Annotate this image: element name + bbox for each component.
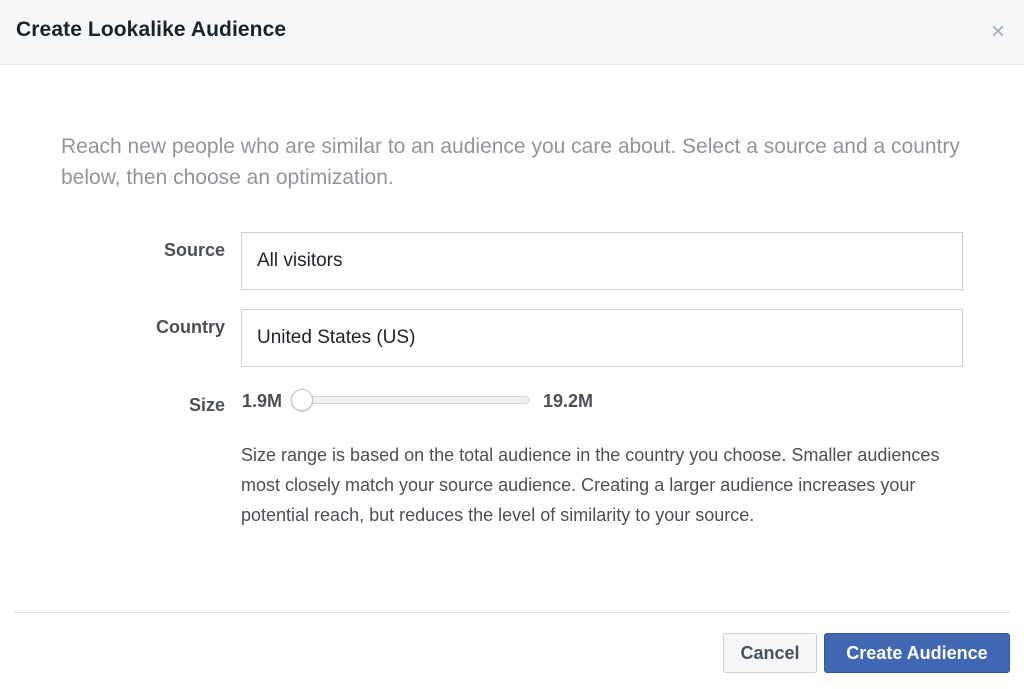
intro-text: Reach new people who are similar to an a… [61, 135, 960, 189]
create-lookalike-dialog: Create Lookalike Audience × Reach new pe… [0, 0, 1024, 689]
source-field[interactable]: All visitors [241, 232, 963, 290]
close-icon[interactable]: × [986, 20, 1010, 44]
country-label: Country [156, 317, 225, 337]
size-description: Size range is based on the total audienc… [241, 445, 940, 525]
cancel-button[interactable]: Cancel [723, 633, 817, 673]
source-label: Source [163, 240, 225, 260]
dialog-title: Create Lookalike Audience [16, 18, 287, 41]
source-value: All visitors [257, 250, 343, 271]
size-slider-handle[interactable] [291, 389, 313, 411]
size-slider-track[interactable] [296, 396, 530, 404]
dialog-header: Create Lookalike Audience × [0, 0, 1024, 65]
country-value: United States (US) [257, 327, 416, 348]
size-min-label: 1.9M [242, 391, 283, 411]
country-field[interactable]: United States (US) [241, 309, 963, 367]
create-audience-button[interactable]: Create Audience [824, 633, 1010, 673]
footer-divider [14, 612, 1010, 613]
size-max-label: 19.2M [543, 391, 594, 411]
size-label: Size [188, 395, 225, 415]
